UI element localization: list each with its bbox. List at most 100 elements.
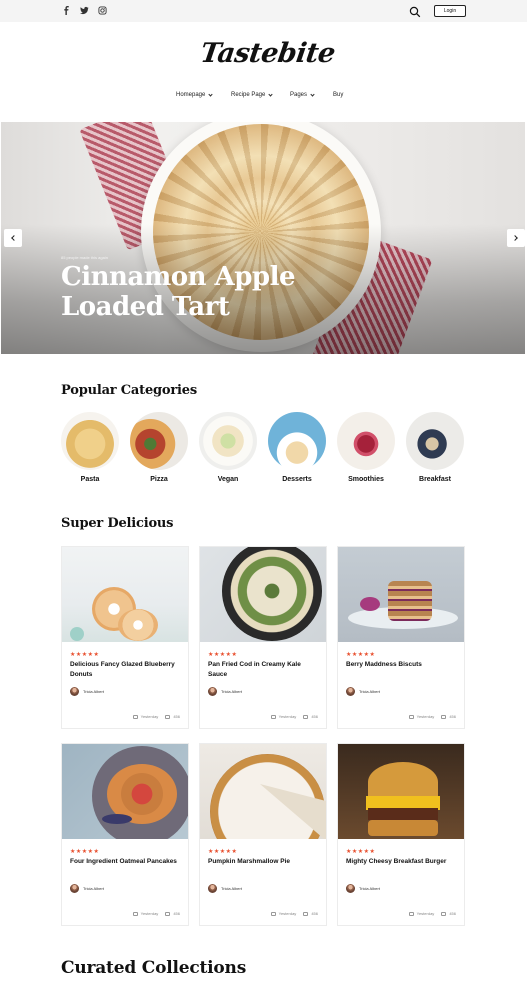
calendar-icon <box>408 911 414 916</box>
section-title-curated-collections: Curated Collections <box>61 958 247 978</box>
recipe-card[interactable]: ★★★★★ Pan Fried Cod in Creamy Kale Sauce… <box>199 546 327 729</box>
chevron-left-icon <box>11 235 17 241</box>
recipe-title[interactable]: Four Ingredient Oatmeal Pancakes <box>70 857 182 867</box>
top-bar: Login <box>0 0 527 22</box>
category-pasta[interactable]: Pasta <box>61 412 119 483</box>
category-image <box>406 412 464 470</box>
rating-stars: ★★★★★ <box>346 652 376 658</box>
category-label: Vegan <box>217 476 239 483</box>
nav-item-pages[interactable]: Pages <box>290 91 315 98</box>
chevron-right-icon <box>512 235 518 241</box>
avatar <box>346 687 355 696</box>
author-name: Tricia Albert <box>221 689 242 694</box>
rating-stars: ★★★★★ <box>208 652 238 658</box>
calendar-icon <box>270 911 276 916</box>
avatar <box>346 884 355 893</box>
avatar <box>208 687 217 696</box>
hero-next-button[interactable] <box>507 229 525 247</box>
rating-stars: ★★★★★ <box>208 849 238 855</box>
avatar <box>70 687 79 696</box>
category-breakfast[interactable]: Breakfast <box>406 412 464 483</box>
search-icon[interactable] <box>409 5 421 18</box>
category-label: Desserts <box>282 476 312 483</box>
facebook-icon[interactable] <box>62 6 71 15</box>
recipe-meta: Yesterday 456 <box>270 714 318 719</box>
main-nav: Homepage Recipe Page Pages Buy <box>0 91 527 102</box>
rating-stars: ★★★★★ <box>70 652 100 658</box>
category-image <box>130 412 188 470</box>
comment-count: 456 <box>173 714 180 719</box>
category-image <box>337 412 395 470</box>
section-title-categories: Popular Categories <box>61 383 197 398</box>
author-name: Tricia Albert <box>83 689 104 694</box>
recipe-card[interactable]: ★★★★★ Pumpkin Marshmallow Pie Tricia Alb… <box>199 743 327 926</box>
nav-item-recipe-page[interactable]: Recipe Page <box>231 91 273 98</box>
comment-icon <box>441 911 447 916</box>
category-label: Pasta <box>80 476 100 483</box>
recipe-card[interactable]: ★★★★★ Delicious Fancy Glazed Blueberry D… <box>61 546 189 729</box>
comment-count: 456 <box>449 911 456 916</box>
recipe-author[interactable]: Tricia Albert <box>208 687 242 696</box>
site-logo[interactable]: Tastebite <box>197 38 336 78</box>
author-name: Tricia Albert <box>359 886 380 891</box>
recipe-author[interactable]: Tricia Albert <box>70 884 104 893</box>
calendar-icon <box>270 714 276 719</box>
recipe-card[interactable]: ★★★★★ Four Ingredient Oatmeal Pancakes T… <box>61 743 189 926</box>
hero-prev-button[interactable] <box>4 229 22 247</box>
recipe-card[interactable]: ★★★★★ Mighty Cheesy Breakfast Burger Tri… <box>337 743 465 926</box>
calendar-icon <box>132 714 138 719</box>
recipe-meta: Yesterday 456 <box>270 911 318 916</box>
hero-title-line: Loaded Tart <box>61 292 230 322</box>
nav-item-homepage[interactable]: Homepage <box>176 91 213 98</box>
recipe-date: Yesterday <box>416 911 435 916</box>
author-name: Tricia Albert <box>359 689 380 694</box>
recipe-image <box>338 547 464 642</box>
comment-icon <box>303 911 309 916</box>
hero-meta: 85 people made this again <box>61 255 108 260</box>
recipe-title[interactable]: Berry Maddness Biscuts <box>346 660 458 670</box>
recipe-image <box>200 744 326 839</box>
category-pizza[interactable]: Pizza <box>130 412 188 483</box>
category-image <box>199 412 257 470</box>
category-desserts[interactable]: Desserts <box>268 412 326 483</box>
twitter-icon[interactable] <box>80 6 89 15</box>
chevron-down-icon <box>268 91 273 97</box>
recipe-title[interactable]: Delicious Fancy Glazed Blueberry Donuts <box>70 660 182 680</box>
comment-count: 456 <box>449 714 456 719</box>
calendar-icon <box>408 714 414 719</box>
recipe-meta: Yesterday 456 <box>408 714 456 719</box>
recipe-date: Yesterday <box>278 911 297 916</box>
comment-icon <box>441 714 447 719</box>
comment-count: 456 <box>173 911 180 916</box>
recipe-author[interactable]: Tricia Albert <box>346 687 380 696</box>
hero-title-line: Cinnamon Apple <box>61 262 295 292</box>
recipe-meta: Yesterday 456 <box>132 911 180 916</box>
recipe-card[interactable]: ★★★★★ Berry Maddness Biscuts Tricia Albe… <box>337 546 465 729</box>
hero-title[interactable]: Cinnamon Apple Loaded Tart <box>61 262 321 322</box>
recipe-author[interactable]: Tricia Albert <box>70 687 104 696</box>
recipe-author[interactable]: Tricia Albert <box>346 884 380 893</box>
category-vegan[interactable]: Vegan <box>199 412 257 483</box>
hero-slider[interactable]: 85 people made this again Cinnamon Apple… <box>1 122 525 354</box>
recipe-date: Yesterday <box>278 714 297 719</box>
comment-count: 456 <box>311 911 318 916</box>
section-title-super-delicious: Super Delicious <box>61 516 174 531</box>
nav-item-label: Recipe Page <box>231 92 266 98</box>
recipe-title[interactable]: Pumpkin Marshmallow Pie <box>208 857 320 867</box>
nav-item-buy[interactable]: Buy <box>333 92 343 98</box>
recipe-title[interactable]: Mighty Cheesy Breakfast Burger <box>346 857 458 867</box>
recipe-image <box>62 744 188 839</box>
recipe-meta: Yesterday 456 <box>408 911 456 916</box>
category-smoothies[interactable]: Smoothies <box>337 412 395 483</box>
recipe-title[interactable]: Pan Fried Cod in Creamy Kale Sauce <box>208 660 320 680</box>
calendar-icon <box>132 911 138 916</box>
recipe-author[interactable]: Tricia Albert <box>208 884 242 893</box>
rating-stars: ★★★★★ <box>346 849 376 855</box>
avatar <box>70 884 79 893</box>
recipe-date: Yesterday <box>416 714 435 719</box>
rating-stars: ★★★★★ <box>70 849 100 855</box>
login-button[interactable]: Login <box>434 5 466 17</box>
category-image <box>61 412 119 470</box>
recipe-date: Yesterday <box>140 911 159 916</box>
instagram-icon[interactable] <box>98 6 107 15</box>
